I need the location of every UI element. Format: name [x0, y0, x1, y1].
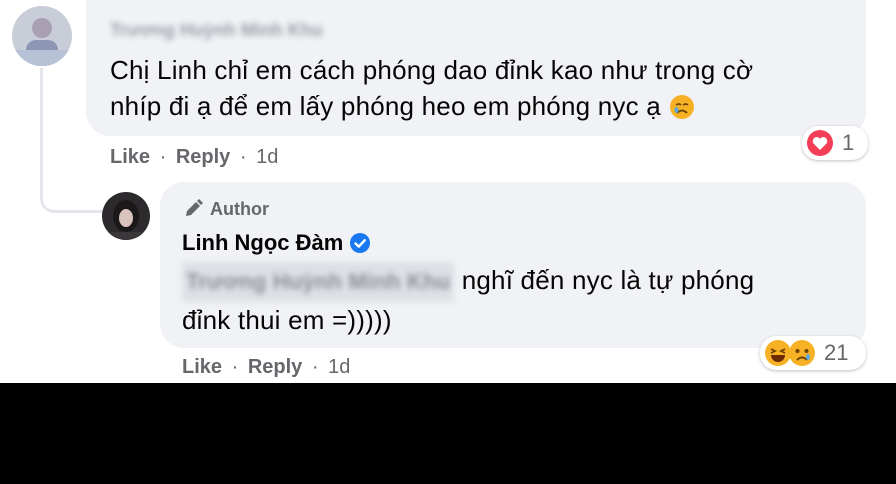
reply-author-name-row: Linh Ngọc Đàm: [182, 230, 371, 256]
sad-icon: [788, 339, 816, 367]
mention-tag[interactable]: Trương Huỳnh Minh Khu: [182, 262, 455, 302]
black-letterbox-bar: [0, 383, 896, 484]
reply-reply-link[interactable]: Reply: [248, 356, 302, 378]
reply-link[interactable]: Reply: [176, 146, 230, 168]
reply-text-line-1: nghĩ đến nyc là tự phóng: [461, 265, 755, 295]
author-badge: Author: [182, 198, 269, 220]
comment-text: Chị Linh chỉ em cách phóng dao đỉnk kao …: [110, 52, 850, 124]
separator-dot: ·: [311, 356, 319, 378]
reply-author-name[interactable]: Linh Ngọc Đàm: [182, 230, 343, 256]
reaction-count: 1: [842, 130, 855, 155]
reply-reaction-summary[interactable]: 21: [760, 336, 866, 370]
reply-text: Trương Huỳnh Minh Khu nghĩ đến nyc là tự…: [182, 262, 852, 338]
comment-actions: Like · Reply · 1d: [110, 146, 278, 169]
separator-dot: ·: [239, 146, 247, 168]
comment-timestamp[interactable]: 1d: [256, 146, 278, 168]
reply-actions: Like · Reply · 1d: [182, 356, 350, 379]
reply-like-link[interactable]: Like: [182, 356, 222, 378]
reaction-summary[interactable]: 1: [802, 126, 868, 160]
comment-text-line-1: Chị Linh chỉ em cách phóng dao đỉnk kao …: [110, 55, 754, 85]
crying-face-icon: [669, 93, 695, 119]
verified-badge-icon: [349, 232, 371, 254]
like-link[interactable]: Like: [110, 146, 150, 168]
reply-timestamp[interactable]: 1d: [328, 356, 350, 378]
separator-dot: ·: [231, 356, 239, 378]
comment-thread: Trương Huỳnh Minh Khu Chị Linh chỉ em cá…: [0, 0, 896, 383]
reply-reaction-count: 21: [824, 340, 849, 365]
pencil-icon: [182, 198, 204, 220]
reply-text-line-2: đỉnk thui em =))))): [182, 305, 392, 335]
love-icon: [806, 129, 834, 157]
commenter-avatar[interactable]: [12, 6, 72, 66]
reply-author-avatar[interactable]: [102, 192, 150, 240]
separator-dot: ·: [159, 146, 167, 168]
commenter-name[interactable]: Trương Huỳnh Minh Khu: [110, 20, 323, 41]
author-badge-label: Author: [210, 198, 269, 219]
comment-text-line-2: nhíp đi ạ để em lấy phóng heo em phóng n…: [110, 91, 661, 121]
